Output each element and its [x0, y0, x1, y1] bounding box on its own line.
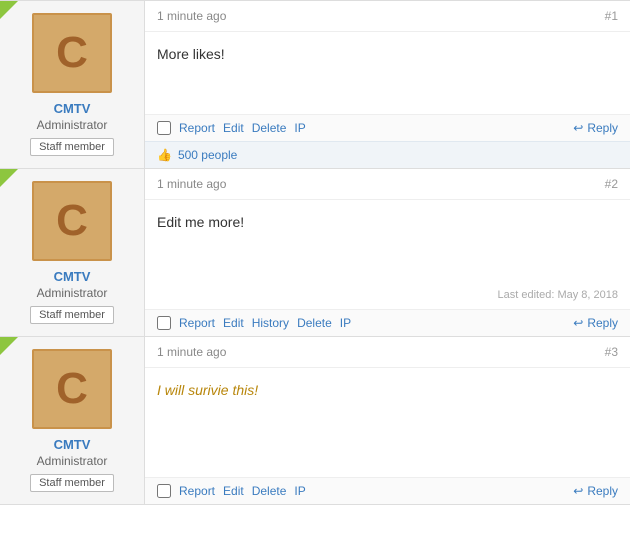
post-body: I will surivie this! [145, 368, 630, 477]
reply-label: Reply [587, 316, 618, 330]
corner-badge [0, 1, 18, 19]
reply-button[interactable]: ↩ Reply [573, 316, 618, 330]
action-ip[interactable]: IP [340, 316, 351, 330]
reply-button[interactable]: ↩ Reply [573, 121, 618, 135]
post-footer: Report Edit Delete IP ↩ Reply [145, 114, 630, 141]
username[interactable]: CMTV [54, 269, 91, 284]
action-ip[interactable]: IP [294, 121, 305, 135]
last-edited: Last edited: May 8, 2018 [145, 289, 630, 309]
user-role: Administrator [37, 454, 108, 468]
post-3: C CMTV Administrator Staff member 1 minute a… [0, 336, 630, 505]
post-select-checkbox[interactable] [157, 121, 171, 135]
post-actions: Report Edit Delete IP [179, 121, 573, 135]
post-content: 1 minute ago #2 Edit me more!Last edited: … [145, 169, 630, 336]
action-report[interactable]: Report [179, 316, 215, 330]
staff-badge: Staff member [30, 138, 114, 156]
post-time: 1 minute ago [157, 177, 226, 191]
post-time: 1 minute ago [157, 345, 226, 359]
post-content: 1 minute ago #1 More likes! Report Edit Delet… [145, 1, 630, 168]
corner-badge [0, 337, 18, 355]
action-delete[interactable]: Delete [252, 121, 287, 135]
staff-badge: Staff member [30, 474, 114, 492]
reply-label: Reply [587, 121, 618, 135]
post-sidebar: C CMTV Administrator Staff member [0, 169, 145, 336]
reply-arrow-icon: ↩ [573, 121, 583, 135]
post-actions: Report Edit History Delete IP [179, 316, 573, 330]
likes-bar: 👍 500 people [145, 141, 630, 168]
action-delete[interactable]: Delete [297, 316, 332, 330]
action-ip[interactable]: IP [294, 484, 305, 498]
corner-badge [0, 169, 18, 187]
post-1: C CMTV Administrator Staff member 1 minute a… [0, 0, 630, 169]
action-edit[interactable]: Edit [223, 484, 244, 498]
post-header: 1 minute ago #2 [145, 169, 630, 200]
avatar: C [32, 13, 112, 93]
avatar: C [32, 181, 112, 261]
post-select-checkbox[interactable] [157, 484, 171, 498]
avatar: C [32, 349, 112, 429]
post-header: 1 minute ago #3 [145, 337, 630, 368]
username[interactable]: CMTV [54, 101, 91, 116]
post-2: C CMTV Administrator Staff member 1 minute a… [0, 168, 630, 337]
user-role: Administrator [37, 118, 108, 132]
reply-arrow-icon: ↩ [573, 316, 583, 330]
reply-button[interactable]: ↩ Reply [573, 484, 618, 498]
likes-count: 500 people [178, 148, 237, 162]
action-delete[interactable]: Delete [252, 484, 287, 498]
reply-label: Reply [587, 484, 618, 498]
thumbs-up-icon: 👍 [157, 148, 172, 162]
action-report[interactable]: Report [179, 484, 215, 498]
post-footer: Report Edit Delete IP ↩ Reply [145, 477, 630, 504]
action-edit[interactable]: Edit [223, 121, 244, 135]
post-number: #2 [605, 177, 618, 191]
user-role: Administrator [37, 286, 108, 300]
staff-badge: Staff member [30, 306, 114, 324]
action-edit[interactable]: Edit [223, 316, 244, 330]
post-header: 1 minute ago #1 [145, 1, 630, 32]
post-number: #1 [605, 9, 618, 23]
post-body: More likes! [145, 32, 630, 114]
post-footer: Report Edit History Delete IP ↩ Reply [145, 309, 630, 336]
username[interactable]: CMTV [54, 437, 91, 452]
post-sidebar: C CMTV Administrator Staff member [0, 1, 145, 168]
post-sidebar: C CMTV Administrator Staff member [0, 337, 145, 504]
post-select-checkbox[interactable] [157, 316, 171, 330]
post-body: Edit me more! [145, 200, 630, 289]
action-history[interactable]: History [252, 316, 289, 330]
post-number: #3 [605, 345, 618, 359]
reply-arrow-icon: ↩ [573, 484, 583, 498]
post-content: 1 minute ago#3I will surivie this!Report… [145, 337, 630, 504]
post-actions: Report Edit Delete IP [179, 484, 573, 498]
action-report[interactable]: Report [179, 121, 215, 135]
post-time: 1 minute ago [157, 9, 226, 23]
